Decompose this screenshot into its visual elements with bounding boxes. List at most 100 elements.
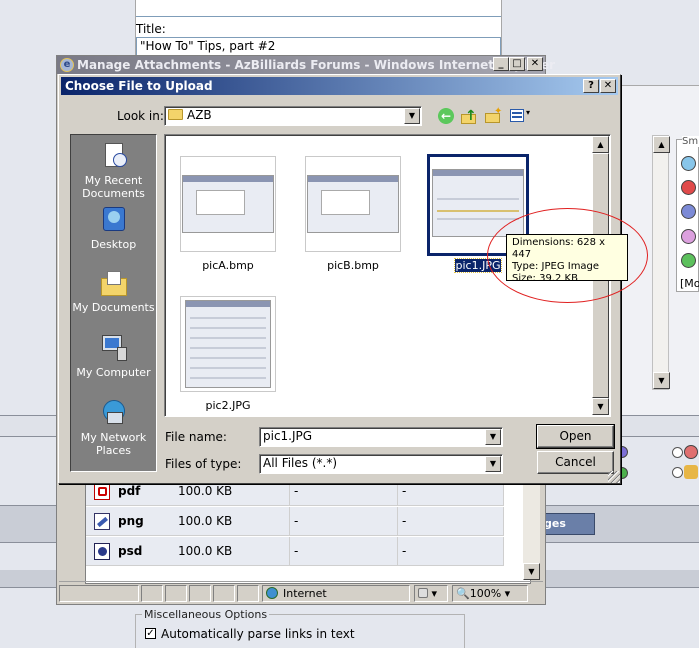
look-in-value: AZB <box>187 108 212 122</box>
cancel-button[interactable]: Cancel <box>537 451 614 474</box>
status-cell <box>165 585 187 602</box>
folder-icon <box>168 109 183 120</box>
dialog-close-button[interactable]: ✕ <box>600 79 616 93</box>
post-form-panel: Title: "How To" Tips, part #2 <box>135 0 502 56</box>
smiley-grin-icon[interactable] <box>681 253 696 268</box>
dialog-help-button[interactable]: ? <box>583 79 599 93</box>
status-cell <box>189 585 211 602</box>
look-in-dropdown-arrow[interactable]: ▼ <box>404 108 420 124</box>
page-smiley-red-icon[interactable] <box>684 445 698 459</box>
security-zone-label: Internet <box>283 587 327 600</box>
place-my-recent-documents[interactable]: My Recent Documents <box>71 141 156 200</box>
ie-page-scrollbar[interactable]: ▼ <box>523 476 540 580</box>
dialog-title: Choose File to Upload <box>65 79 213 93</box>
smiley-tongue-icon[interactable] <box>681 229 696 244</box>
file-name-text: picB.bmp <box>327 259 379 272</box>
table-row: png 100.0 KB - - <box>86 507 504 536</box>
misc-options-fieldset: Miscellaneous Options ✓ Automatically pa… <box>135 608 465 648</box>
my-documents-icon <box>99 268 129 298</box>
smiley-angry-icon[interactable] <box>681 180 696 195</box>
auto-parse-label: Automatically parse links in text <box>161 627 355 641</box>
smilies-label: Smi <box>682 136 699 147</box>
status-cell <box>213 585 235 602</box>
file-name-label[interactable]: pic2.JPG <box>173 399 283 412</box>
image-preview <box>185 300 271 388</box>
place-label: My Recent Documents <box>82 174 145 200</box>
up-folder-icon[interactable]: ↑ <box>459 106 479 126</box>
title-label: Title: <box>136 22 166 36</box>
file-name-dropdown-arrow[interactable]: ▼ <box>485 429 501 445</box>
file-col4: - <box>398 507 504 536</box>
place-label: My Network Places <box>80 431 147 457</box>
file-name-input[interactable]: pic1.JPG ▼ <box>259 427 503 447</box>
open-button[interactable]: Open <box>536 424 615 449</box>
table-row: psd 100.0 KB - - <box>86 537 504 566</box>
file-type-select[interactable]: All Files (*.*) ▼ <box>259 454 503 474</box>
look-in-combo[interactable]: AZB ▼ <box>164 106 422 126</box>
places-bar: My Recent Documents Desktop My Documents… <box>70 134 157 472</box>
place-label: Desktop <box>90 238 137 251</box>
file-thumbnail[interactable] <box>305 156 401 252</box>
view-menu-icon[interactable]: ▾ <box>509 106 533 126</box>
file-max-size: 100.0 KB <box>174 507 290 536</box>
file-list-scroll-up[interactable]: ▲ <box>592 136 609 153</box>
file-name-text: pic2.JPG <box>205 399 251 412</box>
auto-parse-checkbox[interactable]: ✓ <box>145 628 156 639</box>
file-name-text: picA.bmp <box>202 259 254 272</box>
page-radio-1[interactable] <box>672 447 683 458</box>
file-max-size: 100.0 KB <box>174 537 290 566</box>
image-preview <box>182 175 274 233</box>
my-computer-icon <box>99 333 129 363</box>
file-list-scroll-down[interactable]: ▼ <box>592 398 609 415</box>
attachment-types-table: pdf 100.0 KB - - png 100.0 KB - - psd 10… <box>85 476 531 584</box>
smilies-more-link[interactable]: [Mo <box>680 277 699 290</box>
file-thumbnail[interactable] <box>180 296 276 392</box>
file-thumbnail[interactable] <box>180 156 276 252</box>
status-cell <box>59 585 139 602</box>
file-name-field-label: File name: <box>165 430 227 444</box>
file-name-label[interactable]: picB.bmp <box>298 259 408 272</box>
place-my-network-places[interactable]: My Network Places <box>71 398 156 457</box>
smiley-happy-icon[interactable] <box>681 156 696 171</box>
manage-attachments-label: ges <box>544 517 566 530</box>
choose-file-dialog: Choose File to Upload ? ✕ Look in: AZB ▼… <box>58 74 648 484</box>
place-my-computer[interactable]: My Computer <box>71 333 156 379</box>
misc-options-legend: Miscellaneous Options <box>142 608 270 621</box>
pdf-file-icon <box>94 483 110 500</box>
scroll-up-button[interactable]: ▲ <box>653 136 670 153</box>
zoom-control[interactable]: 🔍100% ▾ <box>452 585 528 602</box>
protected-mode-indicator[interactable]: ▾ <box>414 585 448 602</box>
page-thumbsup-icon[interactable] <box>684 465 698 479</box>
zoom-level: 100% <box>469 587 502 600</box>
new-folder-icon[interactable]: ✦ <box>483 106 503 126</box>
file-type-field-label: Files of type: <box>165 457 242 471</box>
back-arrow-icon[interactable]: ← <box>436 106 456 126</box>
ie-logo-icon: e <box>60 58 74 72</box>
message-field-bottom[interactable] <box>136 0 501 17</box>
smilies-box: Smi [Mo <box>676 136 699 292</box>
minimize-button[interactable]: _ <box>493 57 509 71</box>
scroll-down-button[interactable]: ▼ <box>653 372 670 389</box>
place-my-documents[interactable]: My Documents <box>71 268 156 314</box>
file-ext: png <box>118 514 144 528</box>
look-in-label: Look in: <box>117 109 164 123</box>
ie-close-button[interactable]: ✕ <box>527 57 543 71</box>
security-zone[interactable]: Internet <box>262 585 410 602</box>
maximize-button[interactable]: □ <box>509 57 525 71</box>
place-label: My Documents <box>72 301 155 314</box>
place-desktop[interactable]: Desktop <box>71 205 156 251</box>
title-input[interactable]: "How To" Tips, part #2 <box>136 37 501 56</box>
file-type-dropdown-arrow[interactable]: ▼ <box>485 456 501 472</box>
page-radio-2[interactable] <box>672 467 683 478</box>
ie-window-title-text: Manage Attachments - AzBilliards Forums … <box>77 58 556 72</box>
dialog-title-bar: Choose File to Upload <box>61 77 618 95</box>
ie-scroll-down-button[interactable]: ▼ <box>523 563 540 580</box>
message-scrollbar[interactable]: ▲ ▼ <box>652 135 670 390</box>
smiley-sad-icon[interactable] <box>681 204 696 219</box>
file-name-label[interactable]: picA.bmp <box>173 259 283 272</box>
recent-documents-icon <box>99 141 129 171</box>
file-type-value: All Files (*.*) <box>263 456 338 470</box>
globe-icon <box>266 587 278 599</box>
file-ext: psd <box>118 544 143 558</box>
resize-grip[interactable] <box>608 471 620 483</box>
